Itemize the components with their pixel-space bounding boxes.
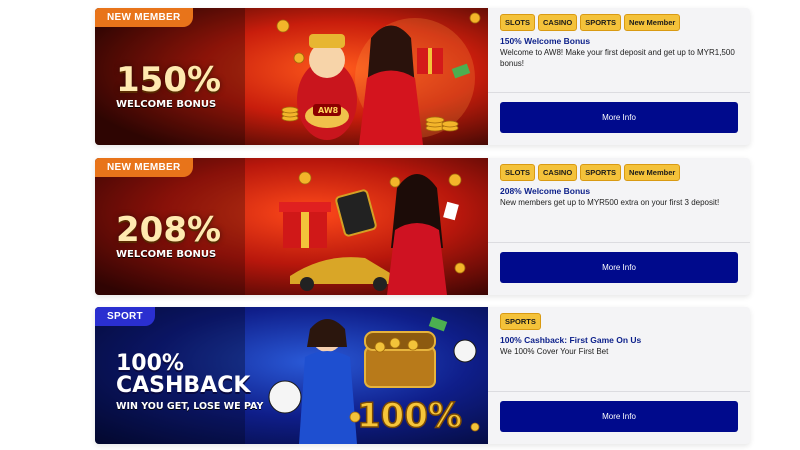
promo-description: We 100% Cover Your First Bet [500,347,609,356]
banner-overlay-text: 100% [357,396,462,436]
tag-casino: CASINO [538,164,578,181]
ribbon-label: NEW MEMBER [95,158,193,177]
promo-info: SPORTS 100% Cashback: First Game On Us W… [488,307,750,444]
promo-banner-image[interactable]: AW8 NEW MEMBER 150% WELCOME BONUS [95,8,488,145]
tag-new-member: New Member [624,164,681,181]
promo-card: AW8 NEW MEMBER 150% WELCOME BONUS SLOTS … [95,8,750,145]
tag-list: SPORTS [500,313,541,330]
promo-title: 100% Cashback: First Game On Us [500,335,642,345]
more-info-button[interactable]: More Info [500,252,738,283]
tag-sports: SPORTS [580,14,622,31]
tag-sports: SPORTS [580,164,622,181]
promo-description: New members get up to MYR500 extra on yo… [500,198,720,207]
tag-list: SLOTS CASINO SPORTS New Member [500,14,681,31]
promo-card: 100% SPORT 100% CASHBACK WIN YOU GET, LO… [95,307,750,444]
promo-banner-image[interactable]: 100% SPORT 100% CASHBACK WIN YOU GET, LO… [95,307,488,444]
banner-subline: WELCOME BONUS [116,99,217,110]
divider [488,92,750,93]
promo-card: NEW MEMBER 208% WELCOME BONUS SLOTS CASI… [95,158,750,295]
ribbon-label: SPORT [95,307,155,326]
more-info-button[interactable]: More Info [500,102,738,133]
tag-slots: SLOTS [500,164,536,181]
ribbon-label: NEW MEMBER [95,8,193,27]
tag-new-member: New Member [624,14,681,31]
tag-slots: SLOTS [500,14,536,31]
divider [488,391,750,392]
tag-sports: SPORTS [500,313,541,330]
divider [488,242,750,243]
tag-list: SLOTS CASINO SPORTS New Member [500,164,681,181]
banner-headline-2: CASHBACK [116,373,251,398]
promo-title: 208% Welcome Bonus [500,186,591,196]
promo-info: SLOTS CASINO SPORTS New Member 150% Welc… [488,8,750,145]
promo-banner-image[interactable]: NEW MEMBER 208% WELCOME BONUS [95,158,488,295]
banner-headline: 208% [116,210,222,250]
promo-info: SLOTS CASINO SPORTS New Member 208% Welc… [488,158,750,295]
promo-description: Welcome to AW8! Make your first deposit … [500,48,735,68]
banner-logo-text: AW8 [318,106,339,115]
banner-subline: WELCOME BONUS [116,249,217,260]
banner-headline: 150% [116,60,222,100]
tag-casino: CASINO [538,14,578,31]
banner-subline: WIN YOU GET, LOSE WE PAY [116,401,264,412]
promo-title: 150% Welcome Bonus [500,36,591,46]
more-info-button[interactable]: More Info [500,401,738,432]
